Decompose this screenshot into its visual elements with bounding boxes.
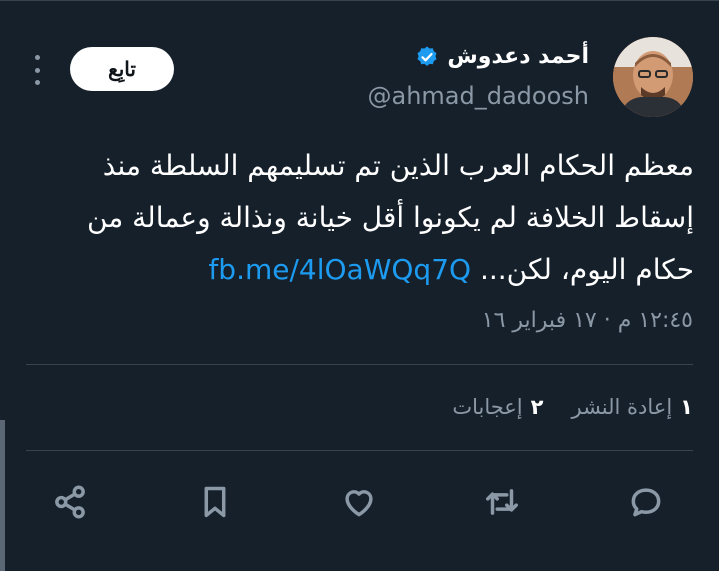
retweets-stat[interactable]: ١ إعادة النشر (571, 395, 693, 419)
tweet-link[interactable]: fb.me/4lOaWQq7Q (208, 253, 471, 286)
author-handle[interactable]: @ahmad_dadoosh (368, 82, 590, 110)
more-options-icon[interactable] (30, 55, 44, 85)
likes-stat[interactable]: ٢ إعجابات (452, 395, 543, 419)
retweet-icon (486, 489, 518, 515)
author-name-row: أحمد دعدوش (415, 44, 589, 69)
like-button[interactable] (335, 478, 383, 526)
reply-icon (631, 488, 661, 517)
tweet-timestamp[interactable]: ١٢:٤٥ م · ١٧ فبراير ١٦ (482, 308, 693, 333)
bookmark-button[interactable] (191, 478, 239, 526)
tweet-header: أحمد دعدوش @ahmad_dadoosh تابِع (0, 0, 719, 120)
author-name[interactable]: أحمد دعدوش (447, 44, 589, 69)
retweet-button[interactable] (478, 478, 526, 526)
likes-count: ٢ (530, 395, 544, 419)
share-icon (55, 485, 85, 519)
likes-label: إعجابات (452, 395, 523, 419)
tweet-actions (0, 478, 719, 530)
share-button[interactable] (46, 478, 94, 526)
retweets-count: ١ (680, 395, 693, 419)
avatar-image (613, 37, 693, 117)
divider (26, 364, 693, 365)
follow-button[interactable]: تابِع (70, 47, 174, 91)
like-icon (345, 490, 373, 517)
divider (26, 450, 693, 451)
reply-button[interactable] (622, 478, 670, 526)
tweet-stats: ١ إعادة النشر ٢ إعجابات (452, 395, 693, 419)
avatar[interactable] (613, 37, 693, 117)
tweet-text: معظم الحكام العرب الذين تم تسليمهم السلط… (26, 140, 694, 296)
verified-badge-icon (417, 46, 437, 66)
bookmark-icon (204, 486, 226, 518)
retweets-label: إعادة النشر (571, 395, 673, 419)
